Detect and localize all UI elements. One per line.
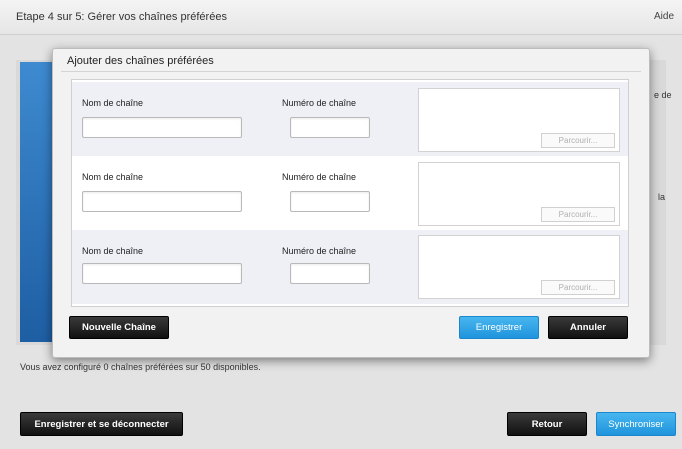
browse-button[interactable]: Parcourir... (541, 280, 615, 295)
background-text-1: e de (654, 90, 672, 100)
channel-name-label: Nom de chaîne (82, 246, 144, 256)
channel-name-label: Nom de chaîne (82, 98, 144, 108)
logo-drop-area[interactable]: Parcourir... (418, 88, 620, 152)
channel-number-label: Numéro de chaîne (282, 98, 357, 108)
channel-number-label: Numéro de chaîne (282, 172, 357, 182)
help-link[interactable]: Aide (654, 11, 674, 22)
channel-number-input[interactable] (290, 263, 370, 284)
background-blue-panel (20, 62, 56, 342)
browse-button[interactable]: Parcourir... (541, 133, 615, 148)
status-text: Vous avez configuré 0 chaînes préférées … (20, 362, 261, 372)
channel-number-label: Numéro de chaîne (282, 246, 357, 256)
dialog-title: Ajouter des chaînes préférées (67, 55, 214, 67)
save-and-logout-button[interactable]: Enregistrer et se déconnecter (20, 412, 183, 436)
channel-row: Nom de chaîne Numéro de chaîne Parcourir… (72, 82, 628, 156)
channel-name-input[interactable] (82, 263, 242, 284)
save-button[interactable]: Enregistrer (459, 316, 539, 339)
channel-row: Nom de chaîne Numéro de chaîne Parcourir… (72, 156, 628, 230)
add-channels-dialog: Ajouter des chaînes préférées Nom de cha… (52, 48, 650, 358)
logo-drop-area[interactable]: Parcourir... (418, 235, 620, 299)
channel-number-input[interactable] (290, 191, 370, 212)
new-channel-button[interactable]: Nouvelle Chaîne (69, 316, 169, 339)
divider (61, 71, 641, 72)
channel-number-input[interactable] (290, 117, 370, 138)
channel-row: Nom de chaîne Numéro de chaîne Parcourir… (72, 230, 628, 304)
sync-button[interactable]: Synchroniser (596, 412, 676, 436)
page-title: Etape 4 sur 5: Gérer vos chaînes préféré… (16, 11, 227, 23)
channel-name-label: Nom de chaîne (82, 172, 144, 182)
top-bar: Etape 4 sur 5: Gérer vos chaînes préféré… (0, 0, 682, 35)
channel-name-input[interactable] (82, 191, 242, 212)
channel-form: Nom de chaîne Numéro de chaîne Parcourir… (71, 79, 629, 307)
logo-drop-area[interactable]: Parcourir... (418, 162, 620, 226)
back-button[interactable]: Retour (507, 412, 587, 436)
channel-name-input[interactable] (82, 117, 242, 138)
background-text-2: la (658, 192, 666, 202)
browse-button[interactable]: Parcourir... (541, 207, 615, 222)
cancel-button[interactable]: Annuler (548, 316, 628, 339)
